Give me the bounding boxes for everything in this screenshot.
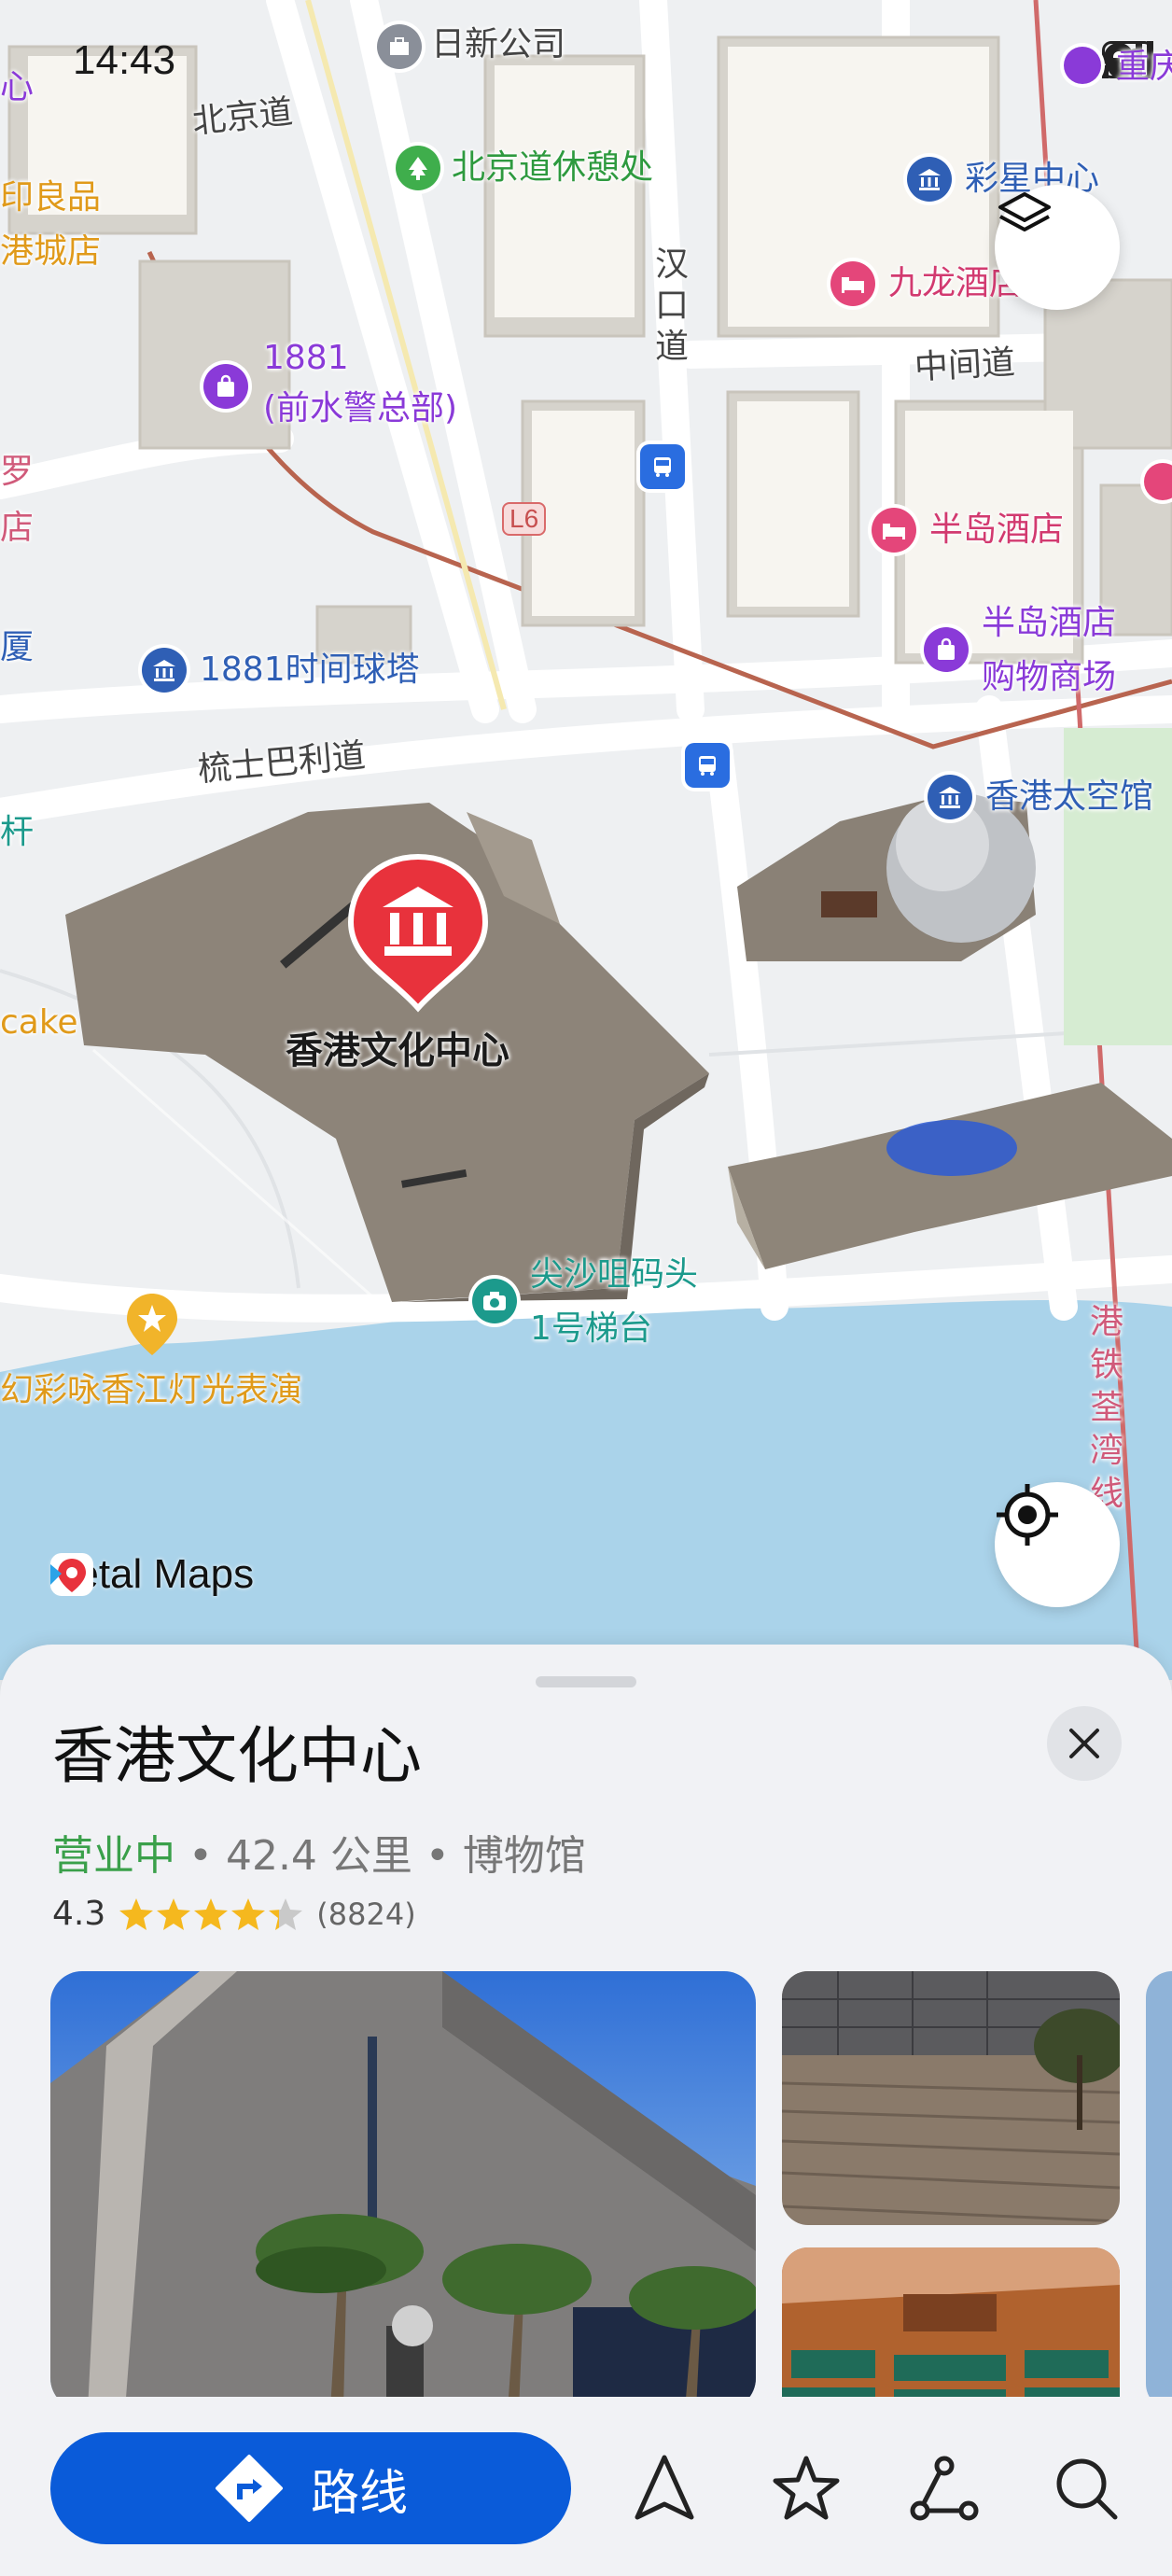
map-label-chongqing[interactable]: 重庆 (1116, 47, 1172, 88)
place-photo-main[interactable] (50, 1971, 756, 2410)
museum-icon-space[interactable] (928, 775, 972, 819)
navigation-arrow-icon (635, 2455, 694, 2520)
meta-separator-2: • (425, 1832, 463, 1880)
crosshair-icon (997, 1484, 1058, 1546)
status-time: 14:43 (73, 37, 176, 83)
map-label-pier-2[interactable]: 1号梯台 (530, 1309, 652, 1350)
map-label-zhongjian: 中间道 (913, 343, 1016, 387)
layers-icon (998, 192, 1051, 231)
petal-maps-logo-icon (50, 1553, 93, 1596)
shopping-icon-peninsula[interactable] (924, 627, 969, 672)
shopping-icon-1881[interactable] (203, 364, 248, 409)
rating-stars (119, 1897, 303, 1932)
map-label-clock-tower[interactable]: 1881时间球塔 (200, 650, 420, 691)
map-label-rixin[interactable]: 日新公司 (431, 24, 565, 65)
hotel-icon-jiulong[interactable] (830, 261, 875, 306)
map-label-light-show[interactable]: 幻彩咏香江灯光表演 (0, 1370, 302, 1411)
place-photo-seating[interactable] (782, 1971, 1120, 2225)
bus-stop-icon[interactable] (640, 444, 685, 489)
star-icon (157, 1897, 191, 1930)
star-icon (119, 1897, 154, 1930)
map-label-pen-mall-2[interactable]: 购物商场 (982, 657, 1116, 698)
close-icon (1069, 1729, 1099, 1758)
sheet-drag-handle[interactable] (536, 1676, 636, 1687)
company-icon[interactable] (377, 24, 422, 69)
place-title: 香港文化中心 (52, 1720, 422, 1792)
map-label-1881[interactable]: 1881 (263, 338, 349, 379)
map-label-tsuen-wan-line[interactable]: 港铁荃湾线 (1090, 1301, 1131, 1516)
open-status: 营业中 (52, 1832, 175, 1880)
star-icon (269, 1897, 303, 1930)
category: 博物馆 (462, 1832, 586, 1880)
l6-exit-badge: L6 (502, 502, 547, 536)
museum-icon-caixing[interactable] (907, 157, 952, 202)
bus-stop-icon-2[interactable] (685, 743, 730, 788)
bottom-action-bar: 路线 (0, 2397, 1172, 2576)
map-label-xin[interactable]: 心 (0, 67, 34, 108)
map-label-peninsula[interactable]: 半岛酒店 (929, 510, 1064, 551)
map-label-hankou: 汉口道 (655, 245, 690, 366)
map-label-luo[interactable]: 罗 (0, 452, 34, 493)
map-label-cultural-centre[interactable]: 香港文化中心 (286, 1030, 509, 1071)
map-label-pier-1[interactable]: 尖沙咀码头 (530, 1254, 698, 1295)
search-button[interactable] (1049, 2451, 1123, 2526)
map-label-beijing-rest[interactable]: 北京道休憩处 (452, 147, 653, 189)
petal-maps-attribution: Petal Maps (49, 1551, 254, 1598)
viewpoint-camera-icon[interactable] (472, 1279, 517, 1323)
map-label-muji-1[interactable]: 印良品 (0, 177, 101, 218)
map-label-1881-sub[interactable]: (前水警总部) (263, 388, 457, 429)
map-label-muji-2[interactable]: 港城店 (0, 231, 101, 273)
park-icon[interactable] (396, 146, 440, 190)
route-nodes-icon (910, 2456, 979, 2521)
place-photo-more[interactable] (1146, 1971, 1172, 2410)
my-location-button[interactable] (995, 1482, 1120, 1607)
review-count: (8824) (316, 1896, 416, 1932)
route-button[interactable]: 路线 (50, 2432, 571, 2544)
share-route-button[interactable] (907, 2451, 982, 2526)
meta-separator: • (188, 1832, 226, 1880)
place-meta: 营业中 • 42.4 公里 • 博物馆 (52, 1822, 586, 1882)
app-root: 14:43 79 日新公司 北京道 北京道休憩处 彩星中心 汉口道 九龙酒店 中… (0, 0, 1172, 2576)
directions-icon (215, 2455, 283, 2522)
map-label-sha[interactable]: 厦 (0, 627, 34, 668)
route-label: 路线 (310, 2465, 408, 2522)
hotel-icon-peninsula[interactable] (872, 508, 916, 553)
map-label-dian[interactable]: 店 (0, 508, 34, 549)
star-icon (231, 1897, 266, 1930)
distance: 42.4 公里 (225, 1832, 412, 1880)
place-photo-concert-hall[interactable] (782, 2247, 1120, 2415)
navigate-button[interactable] (627, 2451, 702, 2526)
map-label-pen-mall-1[interactable]: 半岛酒店 (982, 603, 1116, 644)
map-label-space-museum[interactable]: 香港太空馆 (985, 777, 1153, 818)
shopping-icon-chongqing[interactable] (1064, 47, 1101, 84)
selected-place-marker[interactable] (343, 849, 493, 1017)
map-label-gan[interactable]: 杆 (0, 812, 34, 853)
favorite-button[interactable] (769, 2451, 844, 2526)
map-label-cake[interactable]: cake (0, 1002, 78, 1043)
layers-button[interactable] (995, 185, 1120, 310)
rating-value: 4.3 (52, 1895, 106, 1933)
museum-icon-clock-tower[interactable] (142, 648, 187, 693)
star-icon (194, 1897, 229, 1930)
map-view[interactable]: 14:43 79 日新公司 北京道 北京道休憩处 彩星中心 汉口道 九龙酒店 中… (0, 0, 1172, 1680)
close-button[interactable] (1047, 1706, 1122, 1781)
star-outline-icon (773, 2456, 840, 2520)
search-icon (1056, 2458, 1118, 2520)
rating-row[interactable]: 4.3 (8824) (52, 1895, 416, 1933)
